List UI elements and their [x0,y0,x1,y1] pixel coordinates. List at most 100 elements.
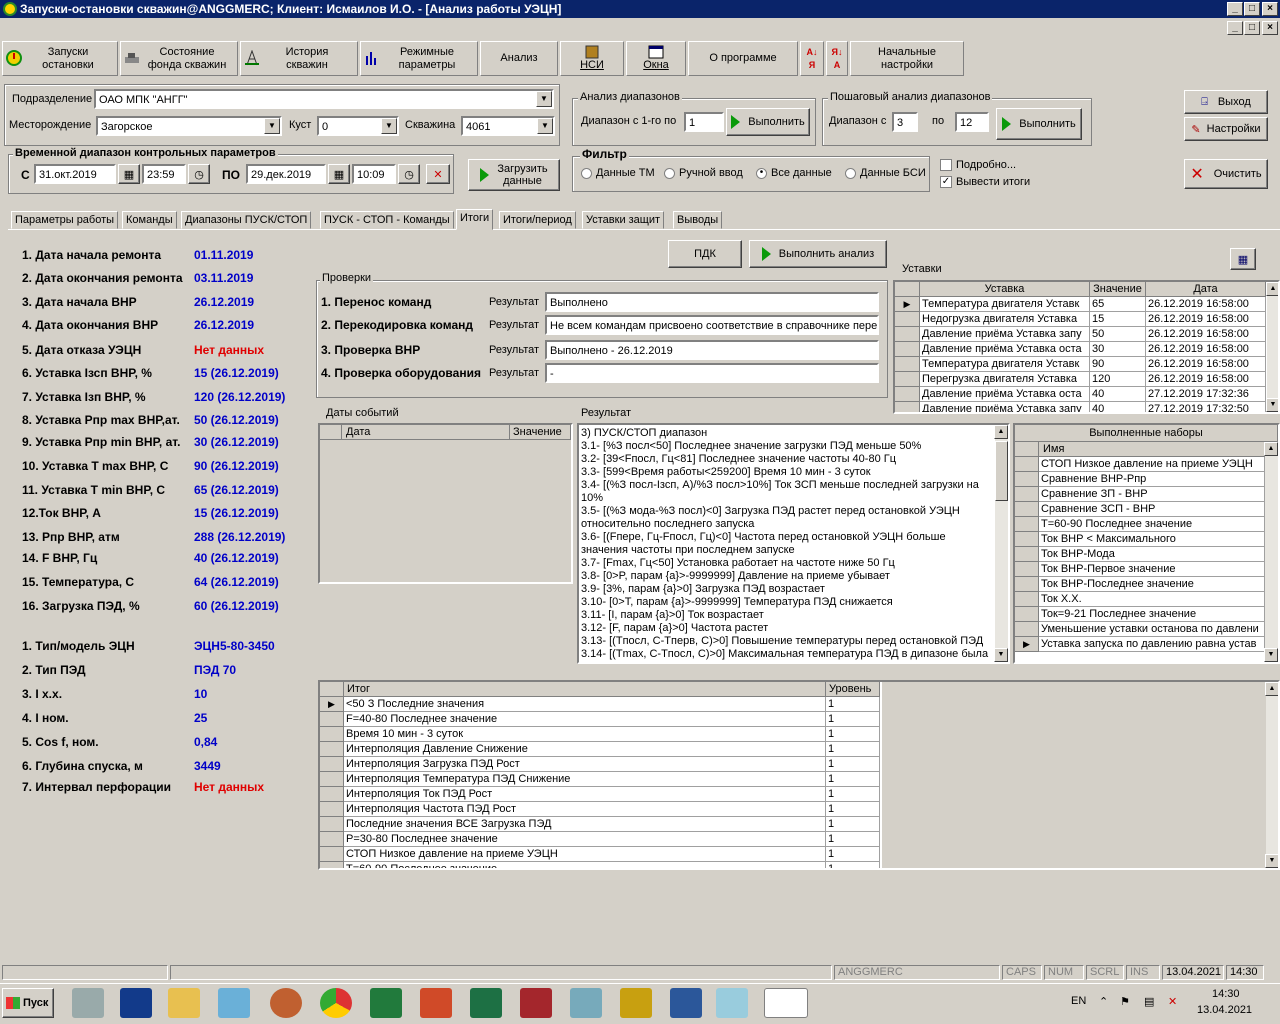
settings-button[interactable]: ✎ Настройки [1184,117,1268,141]
totals-cell[interactable]: 1 [826,712,880,727]
totals-cell[interactable]: 1 [826,787,880,802]
word-icon[interactable] [670,988,702,1018]
totals-cell[interactable]: Время 10 мин - 3 суток [344,727,826,742]
minimize-button[interactable]: _ [1227,2,1243,16]
totals-cell[interactable]: Интерполяция Температура ПЭД Снижение [344,772,826,787]
ustavki-cell[interactable]: 26.12.2019 16:58:00 [1146,357,1266,372]
clear-button[interactable]: ✕ Очистить [1184,159,1268,189]
tab-totals[interactable]: Итоги [456,209,494,230]
ustavki-cell[interactable]: Давление приёма Уставка оста [920,342,1090,357]
tab-start-stop-commands[interactable]: ПУСК - СТОП - Команды [320,211,454,229]
ustavki-cell[interactable]: 27.12.2019 17:32:36 [1146,387,1266,402]
sets-row[interactable]: Ток ВНР-Последнее значение [1039,577,1265,592]
totals-cell[interactable]: Интерполяция Ток ПЭД Рост [344,787,826,802]
project-icon[interactable] [370,988,402,1018]
toolbar-fund-state-button[interactable]: Состояние фонда скважин [120,41,238,76]
tab-totals-period[interactable]: Итоги/период [499,211,576,229]
clock-icon[interactable]: ◷ [398,164,420,184]
ustavki-cell[interactable]: 90 [1090,357,1146,372]
toolbar-initial-settings-button[interactable]: Начальные настройки [850,41,964,76]
sets-row[interactable]: Ток ВНР-Первое значение [1039,562,1265,577]
totals-cell[interactable]: 1 [826,772,880,787]
check-result-field[interactable]: Выполнено [545,292,879,312]
radio-bsi[interactable]: Данные БСИ [845,167,926,179]
tab-start-stop-ranges[interactable]: Диапазоны ПУСК/СТОП [181,211,312,229]
totals-cell[interactable]: T=60-90 Последнее значение [344,862,826,868]
ustavki-cell[interactable]: 26.12.2019 16:58:00 [1146,342,1266,357]
ustavki-cell[interactable]: 50 [1090,327,1146,342]
active-app-icon[interactable] [764,988,808,1018]
cluster-select[interactable]: 0 ▼ [317,116,399,136]
chevron-down-icon[interactable]: ▼ [536,91,552,107]
pdk-button[interactable]: ПДК [668,240,742,268]
sets-row[interactable]: Сравнение ЗП - ВНР [1039,487,1265,502]
notepad-icon[interactable] [218,988,250,1018]
totals-cell[interactable]: Интерполяция Давление Снижение [344,742,826,757]
tray-chevron-icon[interactable]: ⌃ [1099,995,1108,1008]
scroll-down-icon[interactable]: ▼ [994,648,1008,662]
totals-cell[interactable]: Последние значения ВСЕ Загрузка ПЭД [344,817,826,832]
radio-all[interactable]: • Все данные [756,167,832,179]
check-result-field[interactable]: - [545,363,879,383]
totals-cell[interactable]: F=40-80 Последнее значение [344,712,826,727]
totals-cell[interactable]: 1 [826,817,880,832]
tab-protection-settings[interactable]: Уставки защит [582,211,665,229]
clock-icon[interactable]: ◷ [188,164,210,184]
totals-cell[interactable]: 1 [826,697,880,712]
sets-row[interactable]: Сравнение ЗСП - ВНР [1039,502,1265,517]
totals-cell[interactable]: 1 [826,757,880,772]
ustavki-cell[interactable]: Температура двигателя Уставк [920,297,1090,312]
load-data-button[interactable]: Загрузить данные [468,159,560,191]
mdi-close-button[interactable]: × [1262,21,1278,35]
range-to-field[interactable]: 1 [684,112,724,132]
tab-commands[interactable]: Команды [122,211,177,229]
toolbar-analysis-button[interactable]: Анализ [480,41,558,76]
ustavki-header[interactable]: Дата [1146,282,1266,297]
step-run-button[interactable]: Выполнить [996,108,1082,140]
events-header-date[interactable]: Дата [342,425,510,440]
events-header-value[interactable]: Значение [510,425,571,440]
sets-row[interactable]: СТОП Низкое давление на приеме УЭЦН [1039,457,1265,472]
ustavki-cell[interactable]: 26.12.2019 16:58:00 [1146,372,1266,387]
from-date-field[interactable]: 31.окт.2019 [34,164,116,184]
scroll-up-icon[interactable]: ▲ [994,425,1008,439]
powershell-icon[interactable] [120,988,152,1018]
app-icon[interactable] [620,988,652,1018]
volume-muted-icon[interactable]: ✕ [1168,995,1177,1008]
server-manager-icon[interactable] [72,988,104,1018]
totals-header[interactable]: Итог [344,682,826,697]
tab-work-params[interactable]: Параметры работы [11,211,119,229]
mdi-restore-button[interactable]: □ [1244,21,1260,35]
ustavki-cell[interactable]: 15 [1090,312,1146,327]
mdi-minimize-button[interactable]: _ [1227,21,1243,35]
check-result-field[interactable]: Не всем командам присвоено соответствие … [545,315,879,335]
ustavki-cell[interactable]: 26.12.2019 16:58:00 [1146,297,1266,312]
access-icon[interactable] [520,988,552,1018]
sets-row[interactable]: Уменьшение уставки останова по давлени [1039,622,1265,637]
sets-row[interactable]: T=60-90 Последнее значение [1039,517,1265,532]
ustavki-cell[interactable]: Температура двигателя Уставк [920,357,1090,372]
toolbar-about-button[interactable]: О программе [688,41,798,76]
check-result-field[interactable]: Выполнено - 26.12.2019 [545,340,879,360]
sets-row[interactable]: Ток ВНР < Максимального [1039,532,1265,547]
ustavki-cell[interactable]: 26.12.2019 16:58:00 [1146,327,1266,342]
chevron-down-icon[interactable]: ▼ [264,118,280,134]
totals-checkbox[interactable]: ✓ Вывести итоги [940,176,1030,189]
totals-cell[interactable]: 1 [826,832,880,847]
detailed-checkbox[interactable]: Подробно... [940,159,1016,172]
ustavki-cell[interactable]: Давление приёма Уставка запу [920,327,1090,342]
calendar-icon[interactable]: ▦ [328,164,350,184]
language-indicator[interactable]: EN [1071,995,1086,1007]
scroll-down-icon[interactable]: ▼ [1264,648,1278,662]
sort-desc-button[interactable]: Я↓ А [826,41,848,76]
radio-tm[interactable]: Данные ТМ [581,167,655,179]
ustavki-cell[interactable]: 40 [1090,402,1146,412]
sets-row[interactable]: Ток Х.Х. [1039,592,1265,607]
totals-cell[interactable]: Интерполяция Частота ПЭД Рост [344,802,826,817]
scroll-up-icon[interactable]: ▲ [1265,682,1278,696]
toolbar-nsi-button[interactable]: НСИ [560,41,624,76]
radio-manual[interactable]: Ручной ввод [664,167,743,179]
chevron-down-icon[interactable]: ▼ [381,118,397,134]
scroll-down-icon[interactable]: ▼ [1265,854,1278,868]
step-from-field[interactable]: 3 [892,112,918,132]
